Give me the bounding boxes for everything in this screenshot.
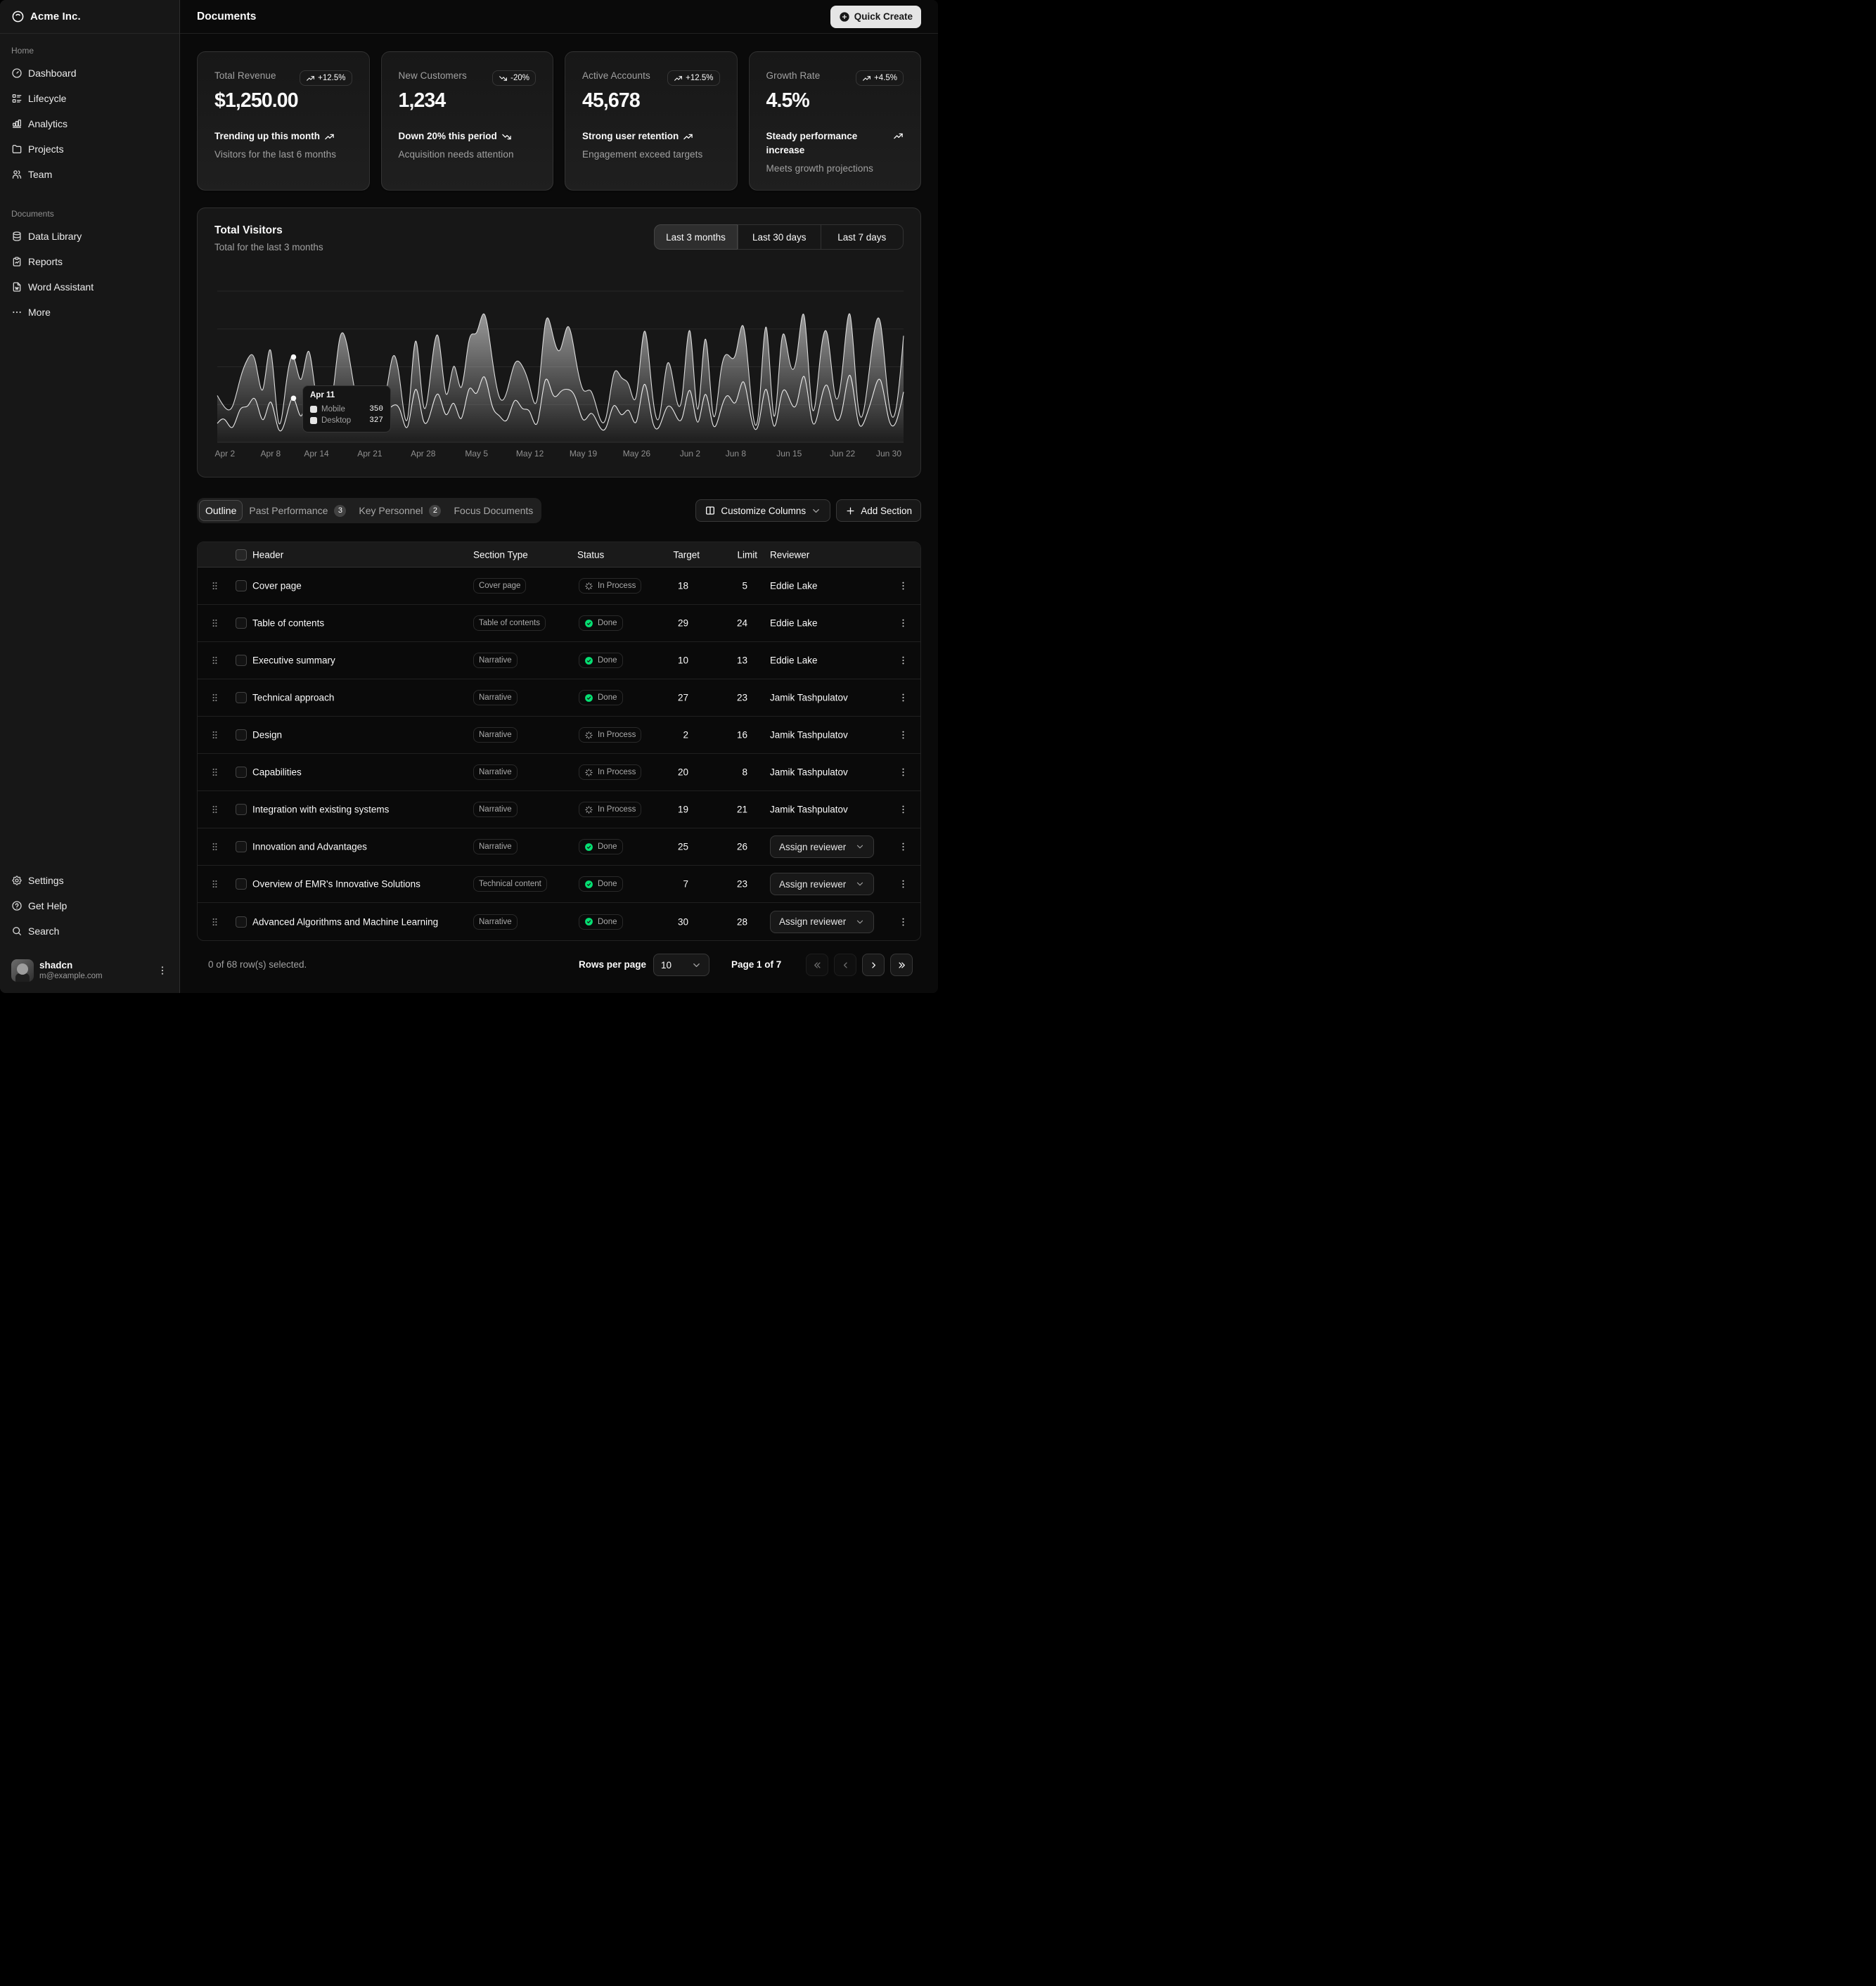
svg-text:Jun 8: Jun 8 <box>726 449 747 459</box>
svg-text:Jun 2: Jun 2 <box>680 449 701 459</box>
svg-text:Jun 22: Jun 22 <box>830 449 855 459</box>
svg-text:Apr 14: Apr 14 <box>304 449 329 459</box>
svg-text:May 5: May 5 <box>465 449 488 459</box>
svg-text:Jun 15: Jun 15 <box>776 449 802 459</box>
svg-text:May 12: May 12 <box>516 449 544 459</box>
svg-text:Jun 30: Jun 30 <box>876 449 901 459</box>
svg-text:May 19: May 19 <box>570 449 598 459</box>
svg-text:Apr 8: Apr 8 <box>261 449 281 459</box>
svg-text:Apr 21: Apr 21 <box>357 449 383 459</box>
svg-text:May 26: May 26 <box>623 449 651 459</box>
svg-text:Apr 28: Apr 28 <box>411 449 436 459</box>
svg-text:Apr 2: Apr 2 <box>214 449 235 459</box>
